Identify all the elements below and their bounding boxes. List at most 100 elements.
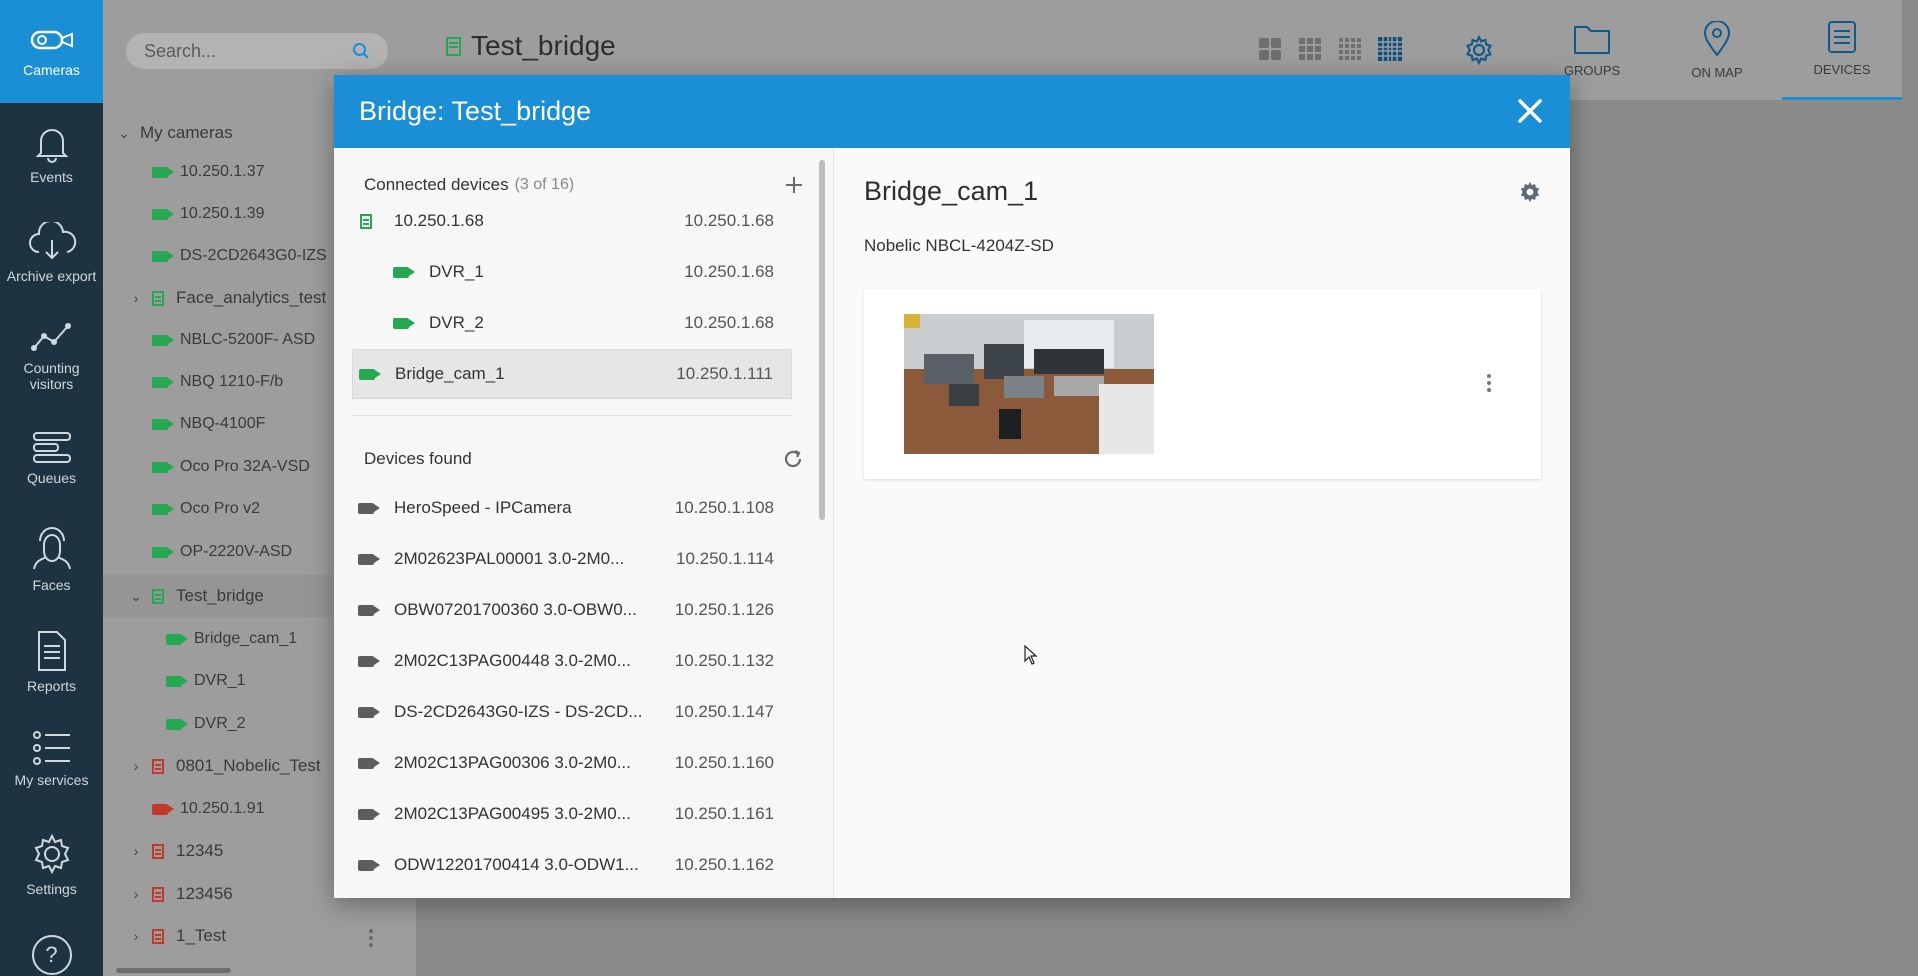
camera-icon xyxy=(152,334,174,346)
tree-item[interactable]: OP-2220V-ASD xyxy=(152,531,292,573)
camera-icon xyxy=(358,502,380,514)
tree-item[interactable]: Oco Pro v2 xyxy=(152,488,260,530)
nav-devices[interactable]: DEVICES xyxy=(1782,0,1902,100)
tree-item[interactable]: › 1_Test xyxy=(126,915,226,957)
search-icon[interactable] xyxy=(352,42,370,60)
camera-icon xyxy=(152,376,174,388)
tree-item[interactable]: 10.250.1.91 xyxy=(152,788,265,830)
tree-item[interactable]: DVR_2 xyxy=(166,703,246,745)
found-device-row[interactable]: HeroSpeed - IPCamera 10.250.1.108 xyxy=(352,483,792,533)
tree-item[interactable]: › 123456 xyxy=(126,873,233,915)
tree-item[interactable]: DVR_1 xyxy=(166,660,246,702)
close-icon[interactable] xyxy=(1512,93,1548,129)
sidebar-horizontal-scrollbar[interactable] xyxy=(116,968,231,973)
tree-label: DVR_1 xyxy=(194,672,246,689)
rail-help[interactable]: ? xyxy=(0,935,103,975)
connected-device-row-selected[interactable]: Bridge_cam_1 10.250.1.111 xyxy=(352,349,792,399)
tree-label: 1_Test xyxy=(176,926,227,945)
tree-label: Bridge_cam_1 xyxy=(194,630,298,647)
camera-icon xyxy=(358,604,380,616)
tree-item[interactable]: 10.250.1.39 xyxy=(152,193,265,235)
found-device-row[interactable]: DS-2CD2643G0-IZS - DS-2CD... 10.250.1.147 xyxy=(352,687,792,737)
rail-counting-visitors[interactable]: Counting visitors xyxy=(0,320,103,392)
chevron-right-icon[interactable]: › xyxy=(126,843,146,859)
tree-label: My cameras xyxy=(140,123,233,142)
camera-icon xyxy=(359,368,381,380)
tree-item[interactable]: 10.250.1.37 xyxy=(152,151,265,193)
tree-item[interactable]: Bridge_cam_1 xyxy=(166,618,297,660)
found-device-row[interactable]: 2M02C13PAG00306 3.0-2M0... 10.250.1.160 xyxy=(352,738,792,788)
rail-archive-export[interactable]: Archive export xyxy=(0,222,103,284)
gear-icon xyxy=(34,833,69,875)
tree-label: Oco Pro v2 xyxy=(180,500,261,517)
device-ip: 10.250.1.161 xyxy=(674,804,774,823)
gear-icon[interactable] xyxy=(1518,180,1542,204)
tree-group-my-cameras[interactable]: ⌄ My cameras xyxy=(114,112,233,154)
camera-icon xyxy=(152,503,174,515)
device-ip: 10.250.1.126 xyxy=(674,600,774,619)
chevron-right-icon[interactable]: › xyxy=(126,290,146,306)
rail-settings[interactable]: Settings xyxy=(0,833,103,897)
tree-item[interactable]: › 12345 xyxy=(126,830,224,872)
rail-label: Faces xyxy=(32,577,71,593)
rail-label: Settings xyxy=(26,881,77,897)
chevron-down-icon[interactable]: ⌄ xyxy=(114,125,134,142)
nav-on-map[interactable]: ON MAP xyxy=(1657,0,1777,100)
device-ip: 10.250.1.114 xyxy=(676,549,774,568)
connected-count: (3 of 16) xyxy=(514,176,575,193)
grid-2x2-icon[interactable] xyxy=(1258,37,1282,61)
left-rail: Cameras Events Archive export Counting v… xyxy=(0,0,103,976)
chevron-right-icon[interactable]: › xyxy=(126,886,146,902)
add-icon[interactable] xyxy=(784,175,804,195)
trend-line-icon xyxy=(30,323,71,351)
device-ip: 10.250.1.108 xyxy=(674,498,774,517)
section-divider xyxy=(352,415,792,416)
connected-device-row[interactable]: DVR_1 10.250.1.68 xyxy=(352,247,792,297)
rail-label: Events xyxy=(30,169,73,185)
camera-icon xyxy=(166,633,188,645)
devices-found-header: Devices found xyxy=(364,448,804,470)
settings-gear-icon[interactable] xyxy=(1464,35,1494,65)
tree-item[interactable]: NBQ-4100F xyxy=(152,403,265,445)
grid-4x4-icon[interactable] xyxy=(1338,37,1362,61)
tree-item[interactable]: NBQ 1210-F/b xyxy=(152,361,283,403)
connected-device-row[interactable]: 10.250.1.68 10.250.1.68 xyxy=(352,196,792,246)
rail-reports[interactable]: Reports xyxy=(0,630,103,694)
tree-label: OP-2220V-ASD xyxy=(180,543,293,560)
layout-switcher xyxy=(1258,37,1402,61)
more-options-icon[interactable] xyxy=(1487,371,1493,395)
rail-label: Archive export xyxy=(6,268,97,284)
found-device-row[interactable]: 2M02C13PAG00495 3.0-2M0... 10.250.1.161 xyxy=(352,789,792,839)
rail-my-services[interactable]: My services xyxy=(0,730,103,788)
more-options-icon[interactable] xyxy=(369,926,373,950)
tree-item[interactable]: NBLC-5200F- ASD xyxy=(152,319,315,361)
chevron-right-icon[interactable]: › xyxy=(126,928,146,944)
chevron-down-icon[interactable]: ⌄ xyxy=(126,588,146,605)
camera-preview-thumbnail[interactable] xyxy=(904,314,1154,454)
device-name: OBW07201700360 3.0-OBW0... xyxy=(394,600,637,619)
rail-queues[interactable]: Queues xyxy=(0,430,103,486)
found-device-row[interactable]: 2M02623PAL00001 3.0-2M0... 10.250.1.114 xyxy=(352,534,792,584)
rail-faces[interactable]: Faces xyxy=(0,525,103,593)
chevron-right-icon[interactable]: › xyxy=(126,758,146,774)
office-scene-image xyxy=(904,314,1154,454)
grid-5x5-icon[interactable] xyxy=(1378,37,1402,61)
tree-item[interactable]: DS-2CD2643G0-IZS xyxy=(152,235,327,277)
found-device-row[interactable]: ODW12201700414 3.0-ODW1... 10.250.1.162 xyxy=(352,840,792,890)
tree-item[interactable]: › 0801_Nobelic_Test xyxy=(126,745,321,787)
panel-scrollbar[interactable] xyxy=(819,160,825,520)
rail-cameras[interactable]: Cameras xyxy=(0,0,103,103)
rail-label: Counting xyxy=(23,360,80,376)
rail-events[interactable]: Events xyxy=(0,125,103,185)
grid-3x3-icon[interactable] xyxy=(1298,37,1322,61)
found-device-row[interactable]: 2M02C13PAG00448 3.0-2M0... 10.250.1.132 xyxy=(352,636,792,686)
found-device-row[interactable]: OBW07201700360 3.0-OBW0... 10.250.1.126 xyxy=(352,585,792,635)
connected-device-row[interactable]: DVR_2 10.250.1.68 xyxy=(352,298,792,348)
search-input[interactable]: Search... xyxy=(126,33,388,69)
tree-item[interactable]: › Face_analytics_test xyxy=(126,277,327,319)
tree-item[interactable]: Oco Pro 32A-VSD xyxy=(152,446,310,488)
camera-icon xyxy=(166,675,188,687)
tree-label: 10.250.1.37 xyxy=(180,163,265,180)
camera-icon xyxy=(358,859,380,871)
refresh-icon[interactable] xyxy=(782,448,804,470)
